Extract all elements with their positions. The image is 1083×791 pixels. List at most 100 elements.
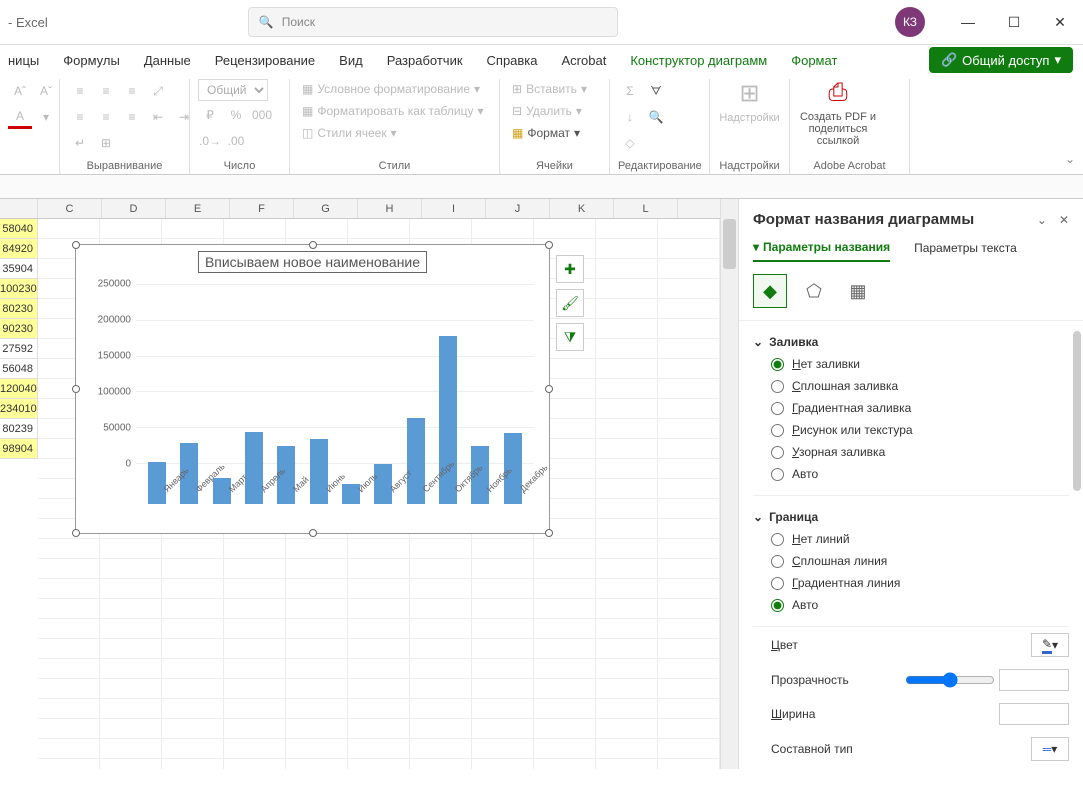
border-auto-radio[interactable]: Авто (753, 594, 1069, 616)
pane-tab-text-options[interactable]: Параметры текста (914, 240, 1017, 262)
collapse-ribbon-icon[interactable]: ⌄ (1065, 152, 1075, 166)
user-avatar[interactable]: КЗ (895, 7, 925, 37)
thousands-icon[interactable]: 000 (250, 103, 274, 127)
tab-formulas[interactable]: Формулы (63, 53, 120, 68)
insert-cells-button[interactable]: ⊞Вставить ▾ (508, 79, 591, 99)
column-header[interactable]: J (486, 199, 550, 218)
data-cell[interactable]: 234010 (0, 399, 38, 419)
border-section-header[interactable]: ⌄Граница (753, 506, 1069, 528)
color-picker-button[interactable]: ✎ ▾ (1031, 633, 1069, 657)
worksheet-area[interactable]: CDEFGHIJKL 58040849203590410023080230902… (0, 199, 720, 769)
resize-handle[interactable] (309, 529, 317, 537)
font-color-button[interactable]: A (8, 105, 32, 129)
chart-plot-area[interactable]: 050000100000150000200000250000 ЯнварьФев… (136, 284, 534, 504)
conditional-formatting-button[interactable]: ▦Условное форматирование ▾ (298, 79, 484, 99)
resize-handle[interactable] (545, 241, 553, 249)
chart-filters-button[interactable]: ⧩ (556, 323, 584, 351)
pane-close-icon[interactable]: ✕ (1059, 213, 1069, 227)
chart-elements-button[interactable]: ✚ (556, 255, 584, 283)
tab-help[interactable]: Справка (487, 53, 538, 68)
resize-handle[interactable] (545, 529, 553, 537)
border-solid-radio[interactable]: Сплошная линия (753, 550, 1069, 572)
fill-gradient-radio[interactable]: Градиентная заливка (753, 397, 1069, 419)
tab-item[interactable]: ницы (8, 53, 39, 68)
fill-pattern-radio[interactable]: Узорная заливка (753, 441, 1069, 463)
column-header[interactable]: D (102, 199, 166, 218)
indent-decrease-icon[interactable]: ⇤ (146, 105, 170, 129)
compound-type-button[interactable]: ═ ▾ (1031, 737, 1069, 761)
pane-tab-title-options[interactable]: ▾Параметры названия (753, 240, 890, 262)
tab-format[interactable]: Формат (791, 53, 837, 68)
fill-solid-radio[interactable]: Сплошная заливка (753, 375, 1069, 397)
chart-title[interactable]: Вписываем новое наименование (198, 251, 427, 273)
currency-icon[interactable]: ₽ (198, 103, 222, 127)
align-bottom-icon[interactable]: ≡ (120, 79, 144, 103)
tab-view[interactable]: Вид (339, 53, 363, 68)
percent-icon[interactable]: % (224, 103, 248, 127)
width-input[interactable] (999, 703, 1069, 725)
formula-bar[interactable] (0, 175, 1083, 199)
column-header[interactable]: C (38, 199, 102, 218)
autosum-icon[interactable]: Σ (618, 79, 642, 103)
tab-review[interactable]: Рецензирование (215, 53, 315, 68)
data-cell[interactable]: 100230 (0, 279, 38, 299)
close-button[interactable]: ✕ (1037, 0, 1083, 45)
data-cell[interactable]: 90230 (0, 319, 38, 339)
delete-cells-button[interactable]: ⊟Удалить ▾ (508, 101, 586, 121)
fill-section-header[interactable]: ⌄Заливка (753, 331, 1069, 353)
find-select-icon[interactable]: 🔍 (644, 105, 668, 129)
tab-chart-design[interactable]: Конструктор диаграмм (630, 53, 767, 68)
column-header[interactable]: F (230, 199, 294, 218)
column-header[interactable]: I (422, 199, 486, 218)
create-pdf-button[interactable]: ⎙ Создать PDF и поделиться ссылкой (798, 79, 878, 147)
resize-handle[interactable] (72, 385, 80, 393)
addins-button[interactable]: ⊞ Надстройки (718, 79, 781, 124)
pane-scrollbar[interactable] (1073, 331, 1081, 491)
data-cell[interactable]: 98904 (0, 439, 38, 459)
orientation-icon[interactable]: ⤢ (146, 79, 170, 103)
fill-picture-radio[interactable]: Рисунок или текстура (753, 419, 1069, 441)
data-cell[interactable]: 80230 (0, 299, 38, 319)
align-right-icon[interactable]: ≡ (120, 105, 144, 129)
data-cell[interactable]: 120040 (0, 379, 38, 399)
data-cell[interactable]: 84920 (0, 239, 38, 259)
sort-filter-icon[interactable]: ᗊ (644, 79, 668, 103)
data-cell[interactable]: 56048 (0, 359, 38, 379)
font-increase-button[interactable]: Aˆ (8, 79, 32, 103)
data-cell[interactable]: 80239 (0, 419, 38, 439)
fill-none-radio[interactable]: Нет заливки (753, 353, 1069, 375)
dropdown-icon[interactable]: ▾ (34, 105, 58, 129)
minimize-button[interactable]: — (945, 0, 991, 45)
chart-styles-button[interactable]: 🖌 (556, 289, 584, 317)
transparency-input[interactable] (999, 669, 1069, 691)
cell-styles-button[interactable]: ◫Стили ячеек ▾ (298, 123, 401, 143)
column-header[interactable]: H (358, 199, 422, 218)
fill-auto-radio[interactable]: Авто (753, 463, 1069, 485)
search-box[interactable]: 🔍 Поиск (248, 7, 618, 37)
decrease-decimal-icon[interactable]: .00 (224, 129, 248, 153)
maximize-button[interactable]: ☐ (991, 0, 1037, 45)
column-header[interactable]: K (550, 199, 614, 218)
column-header[interactable]: G (294, 199, 358, 218)
pane-options-icon[interactable]: ⌄ (1037, 213, 1047, 227)
resize-handle[interactable] (309, 241, 317, 249)
resize-handle[interactable] (72, 529, 80, 537)
column-header[interactable] (0, 199, 38, 218)
tab-data[interactable]: Данные (144, 53, 191, 68)
align-left-icon[interactable]: ≡ (68, 105, 92, 129)
format-as-table-button[interactable]: ▦Форматировать как таблицу ▾ (298, 101, 488, 121)
share-button[interactable]: 🔗 Общий доступ ▾ (929, 47, 1073, 73)
resize-handle[interactable] (72, 241, 80, 249)
tab-developer[interactable]: Разработчик (387, 53, 463, 68)
size-props-tab-icon[interactable]: ▦ (841, 274, 875, 308)
data-cell[interactable]: 35904 (0, 259, 38, 279)
fill-icon[interactable]: ↓ (618, 105, 642, 129)
font-decrease-button[interactable]: Aˇ (34, 79, 58, 103)
number-format-select[interactable]: Общий (198, 79, 268, 101)
effects-tab-icon[interactable]: ⬠ (797, 274, 831, 308)
merge-icon[interactable]: ⊞ (94, 131, 118, 155)
column-header[interactable]: E (166, 199, 230, 218)
fill-line-tab-icon[interactable]: ◆ (753, 274, 787, 308)
tab-acrobat[interactable]: Acrobat (562, 53, 607, 68)
align-center-icon[interactable]: ≡ (94, 105, 118, 129)
